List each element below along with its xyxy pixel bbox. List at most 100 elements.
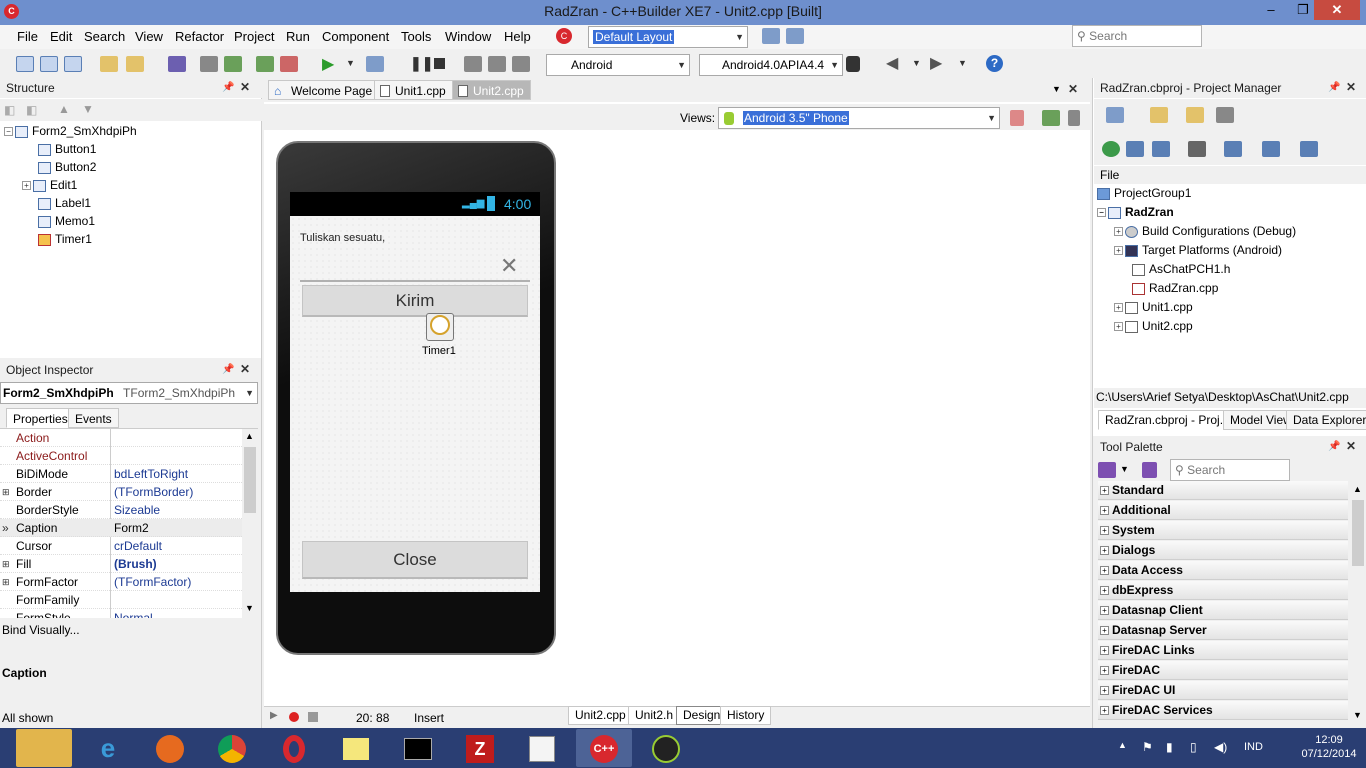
tab-data-explorer[interactable]: Data Explorer [1286, 410, 1366, 430]
collapse-toggle-icon[interactable]: − [1097, 208, 1106, 218]
property-value[interactable]: Sizeable [114, 501, 160, 519]
device-icon[interactable] [1068, 110, 1080, 126]
android-sdk-icon[interactable] [638, 729, 694, 767]
run-without-debug-icon[interactable] [366, 56, 384, 72]
flag-icon[interactable]: ⚑ [1142, 740, 1153, 754]
build-icon[interactable] [1224, 141, 1242, 157]
new-items-icon[interactable] [40, 56, 58, 72]
property-value[interactable]: (TFormBorder) [114, 483, 193, 501]
deploy-icon[interactable] [1300, 141, 1318, 157]
expand-toggle-icon[interactable]: ⊞ [2, 573, 10, 591]
palette-categories-icon[interactable] [1098, 462, 1116, 478]
move-down-icon[interactable]: ▼ [82, 102, 94, 116]
palette-category[interactable]: + Standard [1098, 481, 1348, 500]
property-value[interactable]: Form2 [114, 519, 149, 537]
new-icon[interactable] [16, 56, 34, 72]
rotate-icon[interactable] [1042, 110, 1060, 126]
minimize-button[interactable]: – [1256, 0, 1286, 20]
play-macro-icon[interactable]: ▶ [270, 710, 278, 721]
open-project-icon[interactable] [1150, 107, 1168, 123]
network-icon[interactable]: ▮ [1166, 740, 1173, 754]
tab-unit1[interactable]: Unit1.cpp [374, 80, 453, 100]
forward-icon[interactable]: ▶ [930, 53, 942, 73]
new-file-icon[interactable] [100, 56, 118, 72]
tab-events[interactable]: Events [68, 408, 119, 428]
record-macro-icon[interactable] [289, 712, 299, 722]
menu-file[interactable]: File [17, 29, 38, 44]
step-over-icon[interactable] [488, 56, 506, 72]
close-icon[interactable]: ✕ [1346, 439, 1356, 453]
tab-unit2-cpp[interactable]: Unit2.cpp [568, 706, 633, 725]
object-selector[interactable]: Form2_SmXhdpiPh TForm2_SmXhdpiPh ▼ [0, 382, 258, 404]
expand-toggle-icon[interactable]: + [1100, 506, 1109, 515]
property-row[interactable]: FormStyle Normal [0, 609, 242, 618]
compile-icon[interactable] [1262, 141, 1280, 157]
expand-toggle-icon[interactable]: + [1114, 246, 1123, 256]
internet-explorer-icon[interactable]: e [80, 729, 136, 767]
pause-icon[interactable]: ❚❚ [410, 55, 433, 72]
form-edit[interactable]: ✕ [300, 254, 530, 282]
expand-toggle-icon[interactable]: + [1100, 546, 1109, 555]
expand-toggle-icon[interactable]: + [1100, 666, 1109, 675]
file-explorer-icon[interactable] [16, 729, 72, 767]
save-icon[interactable] [168, 56, 186, 72]
platform-combo[interactable]: Android ▼ [546, 54, 690, 76]
new-project-icon[interactable] [1106, 107, 1124, 123]
menu-edit[interactable]: Edit [50, 29, 72, 44]
filezilla-icon[interactable]: Z [452, 729, 508, 767]
command-prompt-icon[interactable] [390, 729, 446, 767]
property-value[interactable]: (TFormFactor) [114, 573, 191, 591]
expand-toggle-icon[interactable]: + [22, 181, 31, 191]
tree-item[interactable]: Button2 [38, 160, 96, 174]
trace-into-icon[interactable] [464, 56, 482, 72]
scroll-thumb[interactable] [1352, 500, 1364, 566]
sort-icon[interactable] [1188, 141, 1206, 157]
tab-list-icon[interactable]: ▼ [1052, 84, 1061, 94]
ide-search-input[interactable]: ⚲ Search [1072, 25, 1202, 47]
add-file-icon[interactable] [256, 56, 274, 72]
menu-window[interactable]: Window [445, 29, 491, 44]
clock[interactable]: 12:09 07/12/2014 [1294, 734, 1364, 760]
tree-item[interactable]: Button1 [38, 142, 96, 156]
stop-macro-icon[interactable] [308, 712, 318, 722]
views-combo[interactable]: Android 3.5" Phone ▼ [718, 107, 1000, 129]
tab-history[interactable]: History [720, 706, 772, 725]
view-icon[interactable] [1216, 107, 1234, 123]
collapse-all-icon[interactable] [1152, 141, 1170, 157]
property-row[interactable]: ⊞ Border (TFormBorder) [0, 483, 242, 501]
expand-toggle-icon[interactable]: + [1100, 606, 1109, 615]
expand-toggle-icon[interactable]: + [1114, 303, 1123, 313]
property-row[interactable]: FormFamily [0, 591, 242, 609]
pin-icon[interactable]: 📌 [1328, 441, 1340, 452]
property-row[interactable]: ⊞ Fill (Brush) [0, 555, 242, 573]
language-indicator[interactable]: IND [1244, 741, 1263, 753]
property-value[interactable]: bdLeftToRight [114, 465, 188, 483]
expand-all-icon[interactable] [1126, 141, 1144, 157]
tree-item[interactable]: Memo1 [38, 214, 95, 228]
expand-icon[interactable]: ◧ [26, 103, 37, 117]
close-tab-icon[interactable]: ✕ [1068, 82, 1078, 96]
menu-tools[interactable]: Tools [401, 29, 431, 44]
menu-view[interactable]: View [135, 29, 163, 44]
close-button[interactable]: ✕ [1314, 0, 1360, 20]
menu-help[interactable]: Help [504, 29, 531, 44]
menu-run[interactable]: Run [286, 29, 310, 44]
palette-scrollbar[interactable]: ▲ ▼ [1350, 482, 1366, 726]
collapse-icon[interactable]: ◧ [4, 103, 15, 117]
tab-unit2[interactable]: Unit2.cpp [452, 80, 531, 100]
tree-item[interactable]: + Edit1 [22, 178, 77, 192]
opera-icon[interactable] [266, 729, 322, 767]
folder-icon[interactable] [1186, 107, 1204, 123]
project-item[interactable]: + Target Platforms (Android) [1114, 243, 1282, 257]
expand-toggle-icon[interactable]: + [1100, 526, 1109, 535]
palette-search-input[interactable]: ⚲ Search [1170, 459, 1290, 481]
volume-icon[interactable]: ◀) [1214, 740, 1227, 754]
form-label[interactable]: Tuliskan sesuatu, [300, 232, 385, 244]
sync-icon[interactable] [1102, 141, 1120, 157]
pin-icon[interactable]: 📌 [1328, 82, 1340, 93]
remove-file-icon[interactable] [280, 56, 298, 72]
project-item[interactable]: + Unit2.cpp [1114, 319, 1193, 333]
palette-category[interactable]: + System [1098, 521, 1348, 540]
project-node[interactable]: − RadZran [1097, 205, 1174, 219]
expand-toggle-icon[interactable]: + [1100, 706, 1109, 715]
